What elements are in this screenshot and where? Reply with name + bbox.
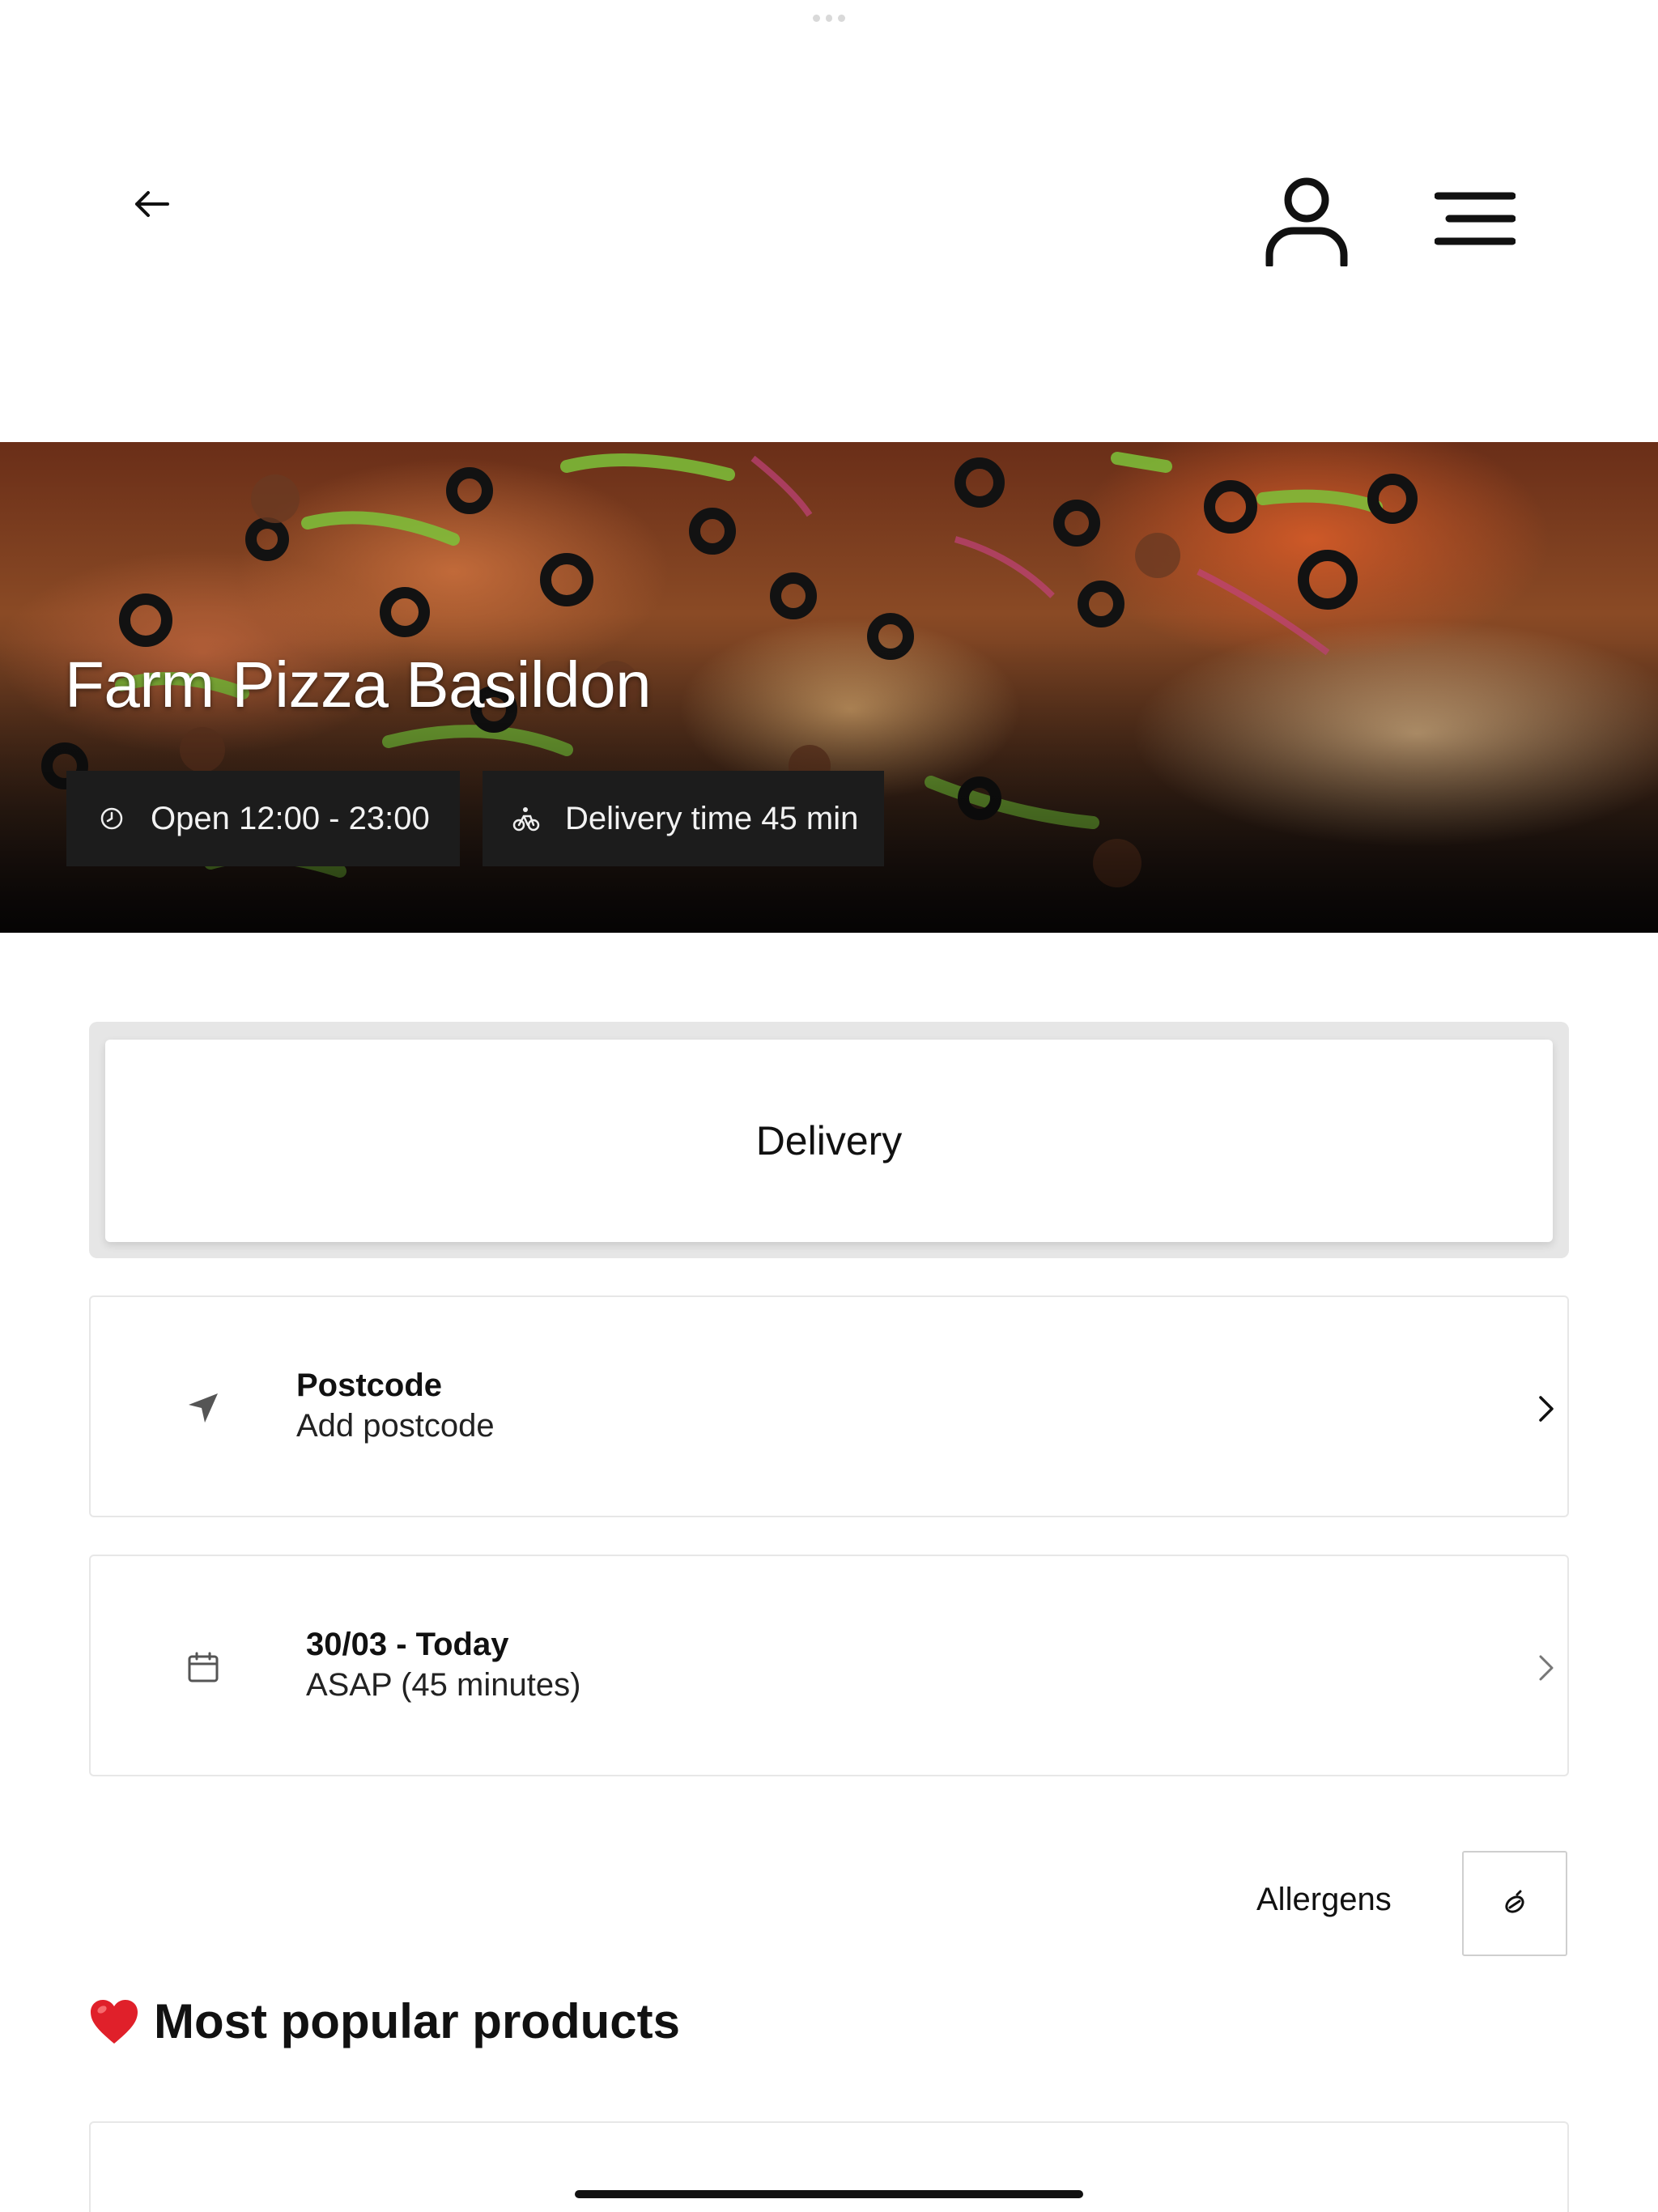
postcode-card[interactable]: Postcode Add postcode	[89, 1295, 1569, 1517]
opening-hours-text: Open 12:00 - 23:00	[151, 800, 430, 836]
restaurant-name: Farm Pizza Basildon	[65, 649, 652, 721]
delivery-date-card[interactable]: 30/03 - Today ASAP (45 minutes)	[89, 1555, 1569, 1776]
bicycle-icon	[512, 804, 541, 833]
menu-button[interactable]	[1426, 178, 1524, 259]
user-icon	[1265, 177, 1348, 266]
top-bar	[0, 0, 1658, 437]
popular-products-title: Most popular products	[154, 1994, 680, 2048]
home-indicator[interactable]	[575, 2190, 1083, 2198]
arrow-left-icon	[135, 191, 169, 217]
heart-icon	[91, 1999, 138, 2044]
postcode-subtitle: Add postcode	[296, 1408, 495, 1444]
order-mode-selector: Delivery	[89, 1022, 1569, 1258]
delivery-time-badge: Delivery time 45 min	[483, 771, 884, 866]
calendar-icon	[180, 1644, 227, 1691]
popular-products-heading: Most popular products	[89, 1993, 680, 2049]
allergens-label: Allergens	[1256, 1882, 1392, 1917]
location-arrow-icon	[180, 1385, 227, 1431]
date-title: 30/03 - Today	[306, 1627, 509, 1662]
allergen-icon	[1505, 1890, 1524, 1913]
delivery-time-text: Delivery time 45 min	[565, 800, 859, 836]
date-subtitle: ASAP (45 minutes)	[306, 1667, 581, 1703]
chevron-right-icon	[1524, 1386, 1569, 1431]
chevron-right-icon	[1524, 1645, 1569, 1691]
account-button[interactable]	[1253, 168, 1360, 274]
allergens-button[interactable]	[1462, 1851, 1567, 1956]
opening-hours-badge: Open 12:00 - 23:00	[66, 771, 460, 866]
clock-icon	[97, 804, 126, 833]
back-button[interactable]	[121, 174, 181, 234]
delivery-mode-button[interactable]: Delivery	[105, 1040, 1553, 1242]
postcode-title: Postcode	[296, 1368, 443, 1403]
product-card[interactable]	[89, 2121, 1569, 2212]
menu-icon	[1435, 192, 1516, 245]
